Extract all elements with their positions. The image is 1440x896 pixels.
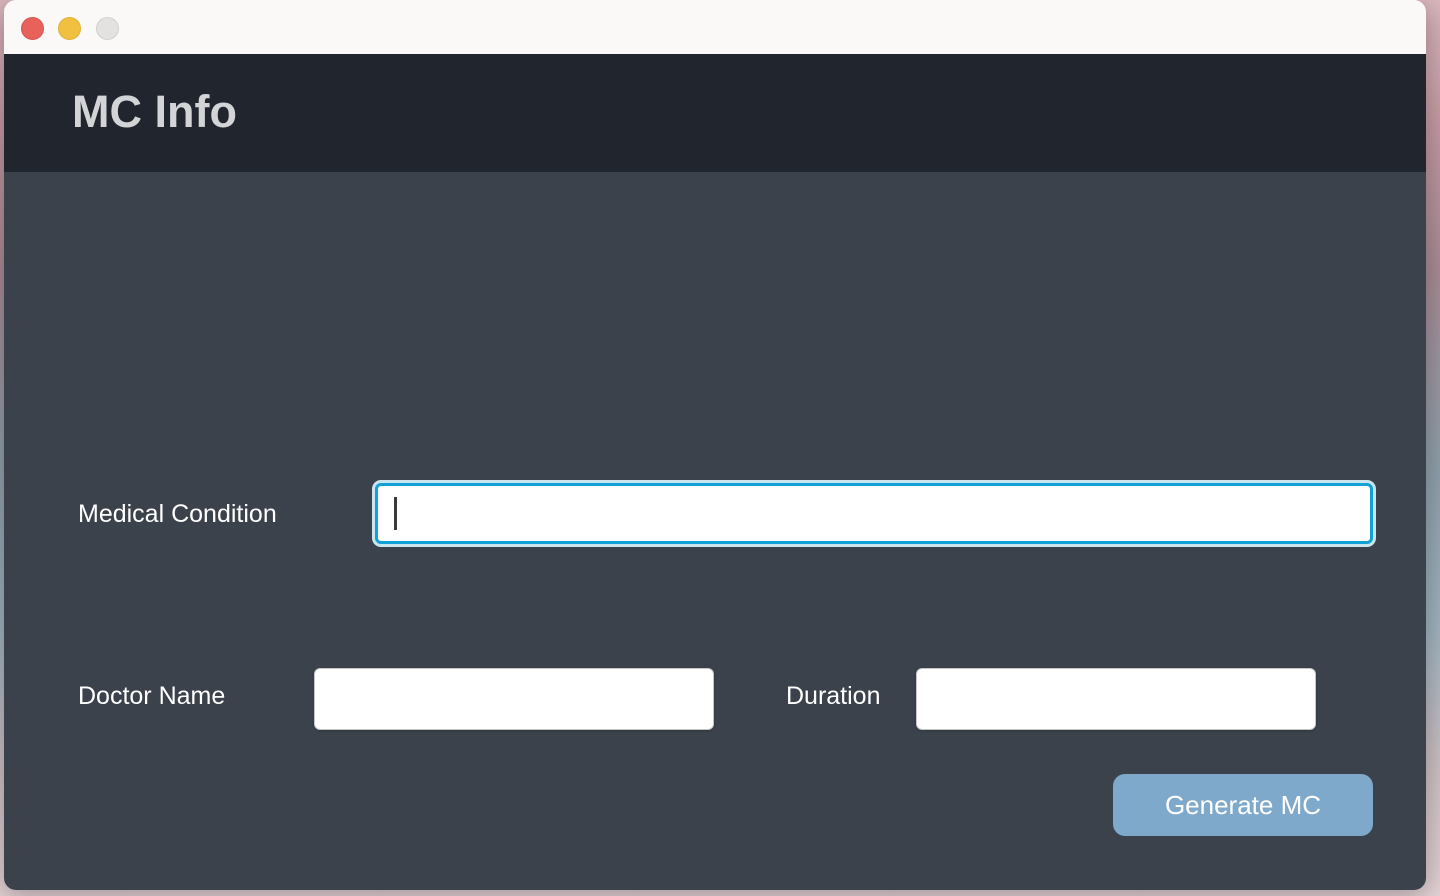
generate-mc-button[interactable]: Generate MC xyxy=(1113,774,1373,836)
maximize-window-icon[interactable] xyxy=(96,17,119,40)
text-cursor xyxy=(394,497,397,530)
app-header: MC Info xyxy=(4,54,1426,172)
doctor-name-label: Doctor Name xyxy=(78,682,226,710)
window-title-bar[interactable] xyxy=(4,0,1426,54)
duration-label: Duration xyxy=(786,682,881,710)
duration-input[interactable] xyxy=(916,668,1316,730)
doctor-name-input[interactable] xyxy=(314,668,714,730)
app-window: MC Info Medical Condition Doctor Name Du… xyxy=(4,0,1426,890)
medical-condition-input[interactable] xyxy=(375,483,1373,544)
minimize-window-icon[interactable] xyxy=(58,17,81,40)
medical-condition-label: Medical Condition xyxy=(78,500,277,528)
close-window-icon[interactable] xyxy=(21,17,44,40)
form-panel: Medical Condition Doctor Name Duration G… xyxy=(4,172,1426,890)
page-title: MC Info xyxy=(72,86,237,137)
